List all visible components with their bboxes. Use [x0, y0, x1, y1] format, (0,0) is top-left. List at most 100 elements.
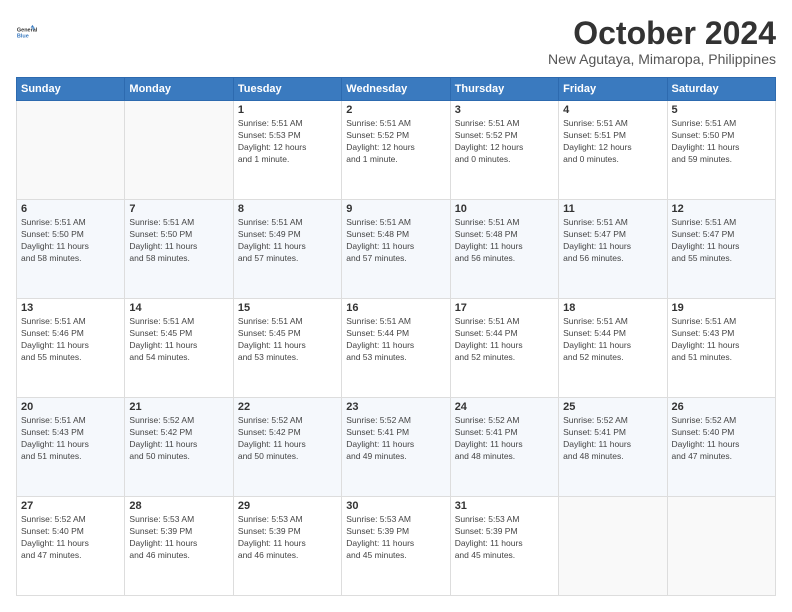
- day-info: Sunrise: 5:51 AM Sunset: 5:45 PM Dayligh…: [129, 316, 228, 364]
- calendar-subtitle: New Agutaya, Mimaropa, Philippines: [548, 51, 776, 67]
- calendar-cell: 30 Sunrise: 5:53 AM Sunset: 5:39 PM Dayli…: [342, 497, 450, 596]
- col-sunday: Sunday: [17, 78, 125, 101]
- calendar-cell: [125, 101, 233, 200]
- calendar-week-2: 6 Sunrise: 5:51 AM Sunset: 5:50 PM Daylig…: [17, 200, 776, 299]
- day-number: 6: [21, 203, 120, 215]
- calendar-cell: 12 Sunrise: 5:51 AM Sunset: 5:47 PM Dayli…: [667, 200, 775, 299]
- day-number: 20: [21, 401, 120, 413]
- calendar-header-row: Sunday Monday Tuesday Wednesday Thursday…: [17, 78, 776, 101]
- col-friday: Friday: [559, 78, 667, 101]
- day-info: Sunrise: 5:52 AM Sunset: 5:42 PM Dayligh…: [238, 415, 337, 463]
- day-info: Sunrise: 5:51 AM Sunset: 5:43 PM Dayligh…: [672, 316, 771, 364]
- day-number: 7: [129, 203, 228, 215]
- day-info: Sunrise: 5:52 AM Sunset: 5:40 PM Dayligh…: [672, 415, 771, 463]
- day-number: 21: [129, 401, 228, 413]
- day-number: 26: [672, 401, 771, 413]
- day-number: 16: [346, 302, 445, 314]
- day-number: 3: [455, 104, 554, 116]
- calendar-cell: [17, 101, 125, 200]
- day-info: Sunrise: 5:51 AM Sunset: 5:43 PM Dayligh…: [21, 415, 120, 463]
- calendar-cell: 10 Sunrise: 5:51 AM Sunset: 5:48 PM Dayli…: [450, 200, 558, 299]
- day-info: Sunrise: 5:51 AM Sunset: 5:52 PM Dayligh…: [346, 118, 445, 166]
- day-info: Sunrise: 5:53 AM Sunset: 5:39 PM Dayligh…: [455, 514, 554, 562]
- calendar-cell: 31 Sunrise: 5:53 AM Sunset: 5:39 PM Dayli…: [450, 497, 558, 596]
- day-info: Sunrise: 5:51 AM Sunset: 5:49 PM Dayligh…: [238, 217, 337, 265]
- day-number: 11: [563, 203, 662, 215]
- day-number: 4: [563, 104, 662, 116]
- day-number: 17: [455, 302, 554, 314]
- day-info: Sunrise: 5:53 AM Sunset: 5:39 PM Dayligh…: [129, 514, 228, 562]
- day-info: Sunrise: 5:51 AM Sunset: 5:44 PM Dayligh…: [563, 316, 662, 364]
- calendar-cell: 1Sunrise: 5:51 AM Sunset: 5:53 PM Daylig…: [233, 101, 341, 200]
- calendar-week-3: 13Sunrise: 5:51 AM Sunset: 5:46 PM Dayli…: [17, 299, 776, 398]
- logo-icon: General Blue: [16, 16, 48, 48]
- day-number: 13: [21, 302, 120, 314]
- calendar-cell: 23 Sunrise: 5:52 AM Sunset: 5:41 PM Dayli…: [342, 398, 450, 497]
- day-info: Sunrise: 5:51 AM Sunset: 5:50 PM Dayligh…: [672, 118, 771, 166]
- calendar-cell: 15Sunrise: 5:51 AM Sunset: 5:45 PM Dayli…: [233, 299, 341, 398]
- logo: General Blue: [16, 16, 48, 48]
- calendar-cell: 7 Sunrise: 5:51 AM Sunset: 5:50 PM Daylig…: [125, 200, 233, 299]
- calendar-cell: 26 Sunrise: 5:52 AM Sunset: 5:40 PM Dayli…: [667, 398, 775, 497]
- day-number: 22: [238, 401, 337, 413]
- day-info: Sunrise: 5:52 AM Sunset: 5:41 PM Dayligh…: [346, 415, 445, 463]
- calendar-cell: 24 Sunrise: 5:52 AM Sunset: 5:41 PM Dayli…: [450, 398, 558, 497]
- calendar-title: October 2024: [548, 16, 776, 51]
- calendar-cell: 22 Sunrise: 5:52 AM Sunset: 5:42 PM Dayli…: [233, 398, 341, 497]
- day-info: Sunrise: 5:52 AM Sunset: 5:41 PM Dayligh…: [563, 415, 662, 463]
- calendar-table: Sunday Monday Tuesday Wednesday Thursday…: [16, 77, 776, 596]
- day-info: Sunrise: 5:51 AM Sunset: 5:53 PM Dayligh…: [238, 118, 337, 166]
- svg-text:General: General: [17, 27, 38, 33]
- calendar-cell: 27Sunrise: 5:52 AM Sunset: 5:40 PM Dayli…: [17, 497, 125, 596]
- day-number: 10: [455, 203, 554, 215]
- day-info: Sunrise: 5:51 AM Sunset: 5:44 PM Dayligh…: [346, 316, 445, 364]
- calendar-cell: 16 Sunrise: 5:51 AM Sunset: 5:44 PM Dayli…: [342, 299, 450, 398]
- day-info: Sunrise: 5:52 AM Sunset: 5:42 PM Dayligh…: [129, 415, 228, 463]
- day-info: Sunrise: 5:53 AM Sunset: 5:39 PM Dayligh…: [346, 514, 445, 562]
- day-number: 27: [21, 500, 120, 512]
- day-number: 23: [346, 401, 445, 413]
- day-number: 19: [672, 302, 771, 314]
- calendar-cell: 6 Sunrise: 5:51 AM Sunset: 5:50 PM Daylig…: [17, 200, 125, 299]
- day-number: 29: [238, 500, 337, 512]
- day-info: Sunrise: 5:51 AM Sunset: 5:51 PM Dayligh…: [563, 118, 662, 166]
- calendar-cell: 25 Sunrise: 5:52 AM Sunset: 5:41 PM Dayli…: [559, 398, 667, 497]
- calendar-cell: 29Sunrise: 5:53 AM Sunset: 5:39 PM Dayli…: [233, 497, 341, 596]
- day-info: Sunrise: 5:51 AM Sunset: 5:48 PM Dayligh…: [455, 217, 554, 265]
- day-number: 24: [455, 401, 554, 413]
- calendar-cell: 17 Sunrise: 5:51 AM Sunset: 5:44 PM Dayli…: [450, 299, 558, 398]
- day-number: 2: [346, 104, 445, 116]
- day-info: Sunrise: 5:51 AM Sunset: 5:50 PM Dayligh…: [129, 217, 228, 265]
- col-tuesday: Tuesday: [233, 78, 341, 101]
- calendar-cell: 28 Sunrise: 5:53 AM Sunset: 5:39 PM Dayli…: [125, 497, 233, 596]
- day-info: Sunrise: 5:52 AM Sunset: 5:41 PM Dayligh…: [455, 415, 554, 463]
- day-number: 18: [563, 302, 662, 314]
- calendar-week-4: 20 Sunrise: 5:51 AM Sunset: 5:43 PM Dayli…: [17, 398, 776, 497]
- page: General Blue October 2024 New Agutaya, M…: [0, 0, 792, 612]
- day-number: 25: [563, 401, 662, 413]
- calendar-cell: 13Sunrise: 5:51 AM Sunset: 5:46 PM Dayli…: [17, 299, 125, 398]
- day-number: 12: [672, 203, 771, 215]
- day-number: 15: [238, 302, 337, 314]
- day-info: Sunrise: 5:51 AM Sunset: 5:50 PM Dayligh…: [21, 217, 120, 265]
- calendar-cell: 20 Sunrise: 5:51 AM Sunset: 5:43 PM Dayli…: [17, 398, 125, 497]
- col-saturday: Saturday: [667, 78, 775, 101]
- day-info: Sunrise: 5:51 AM Sunset: 5:48 PM Dayligh…: [346, 217, 445, 265]
- day-number: 9: [346, 203, 445, 215]
- calendar-cell: [559, 497, 667, 596]
- day-number: 28: [129, 500, 228, 512]
- calendar-cell: [667, 497, 775, 596]
- header: General Blue October 2024 New Agutaya, M…: [16, 16, 776, 67]
- day-info: Sunrise: 5:51 AM Sunset: 5:47 PM Dayligh…: [672, 217, 771, 265]
- day-number: 31: [455, 500, 554, 512]
- calendar-cell: 9 Sunrise: 5:51 AM Sunset: 5:48 PM Daylig…: [342, 200, 450, 299]
- day-number: 14: [129, 302, 228, 314]
- day-info: Sunrise: 5:51 AM Sunset: 5:44 PM Dayligh…: [455, 316, 554, 364]
- calendar-cell: 2 Sunrise: 5:51 AM Sunset: 5:52 PM Daylig…: [342, 101, 450, 200]
- calendar-cell: 19 Sunrise: 5:51 AM Sunset: 5:43 PM Dayli…: [667, 299, 775, 398]
- calendar-week-5: 27Sunrise: 5:52 AM Sunset: 5:40 PM Dayli…: [17, 497, 776, 596]
- day-number: 5: [672, 104, 771, 116]
- col-wednesday: Wednesday: [342, 78, 450, 101]
- day-number: 30: [346, 500, 445, 512]
- calendar-cell: 14 Sunrise: 5:51 AM Sunset: 5:45 PM Dayli…: [125, 299, 233, 398]
